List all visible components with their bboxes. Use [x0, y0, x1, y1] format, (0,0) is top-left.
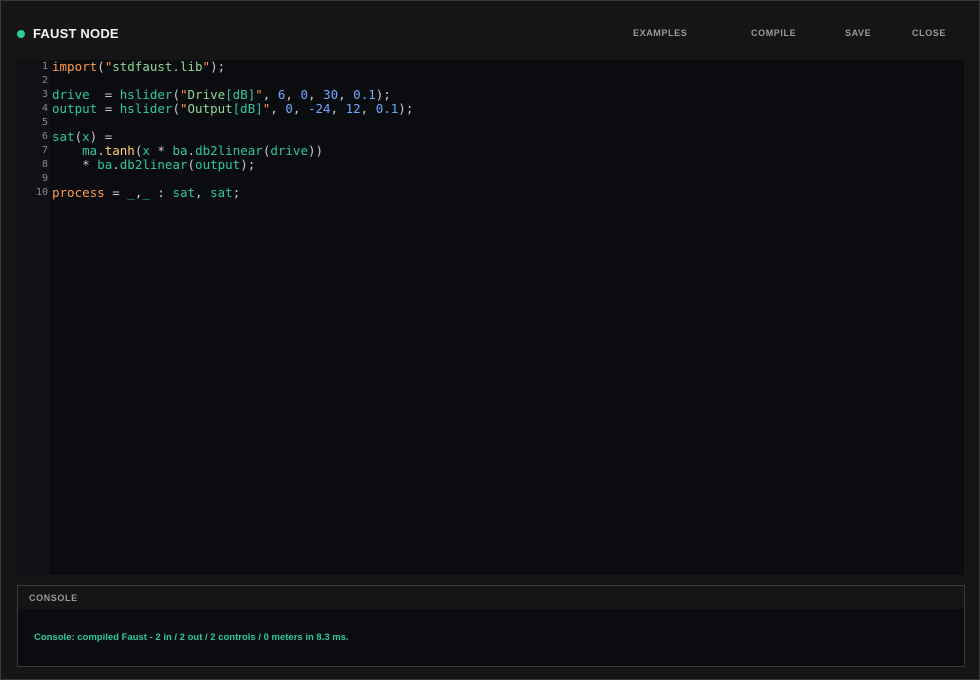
code-area[interactable]: import("stdfaust.lib"); drive = hslider(… [52, 60, 962, 575]
line-number: 2 [41, 75, 48, 86]
line-number: 10 [35, 187, 48, 198]
window-title: FAUST NODE [33, 26, 119, 41]
line-number: 3 [41, 89, 48, 100]
faust-node-window: FAUST NODE EXAMPLES COMPILE SAVE CLOSE 1… [0, 0, 980, 680]
code-line[interactable]: drive = hslider("Drive[dB]", 6, 0, 30, 0… [52, 88, 391, 102]
line-number: 9 [41, 173, 48, 184]
line-number: 8 [41, 159, 48, 170]
console-panel: CONSOLE Console: compiled Faust - 2 in /… [17, 585, 965, 667]
examples-button[interactable]: EXAMPLES [633, 28, 687, 38]
close-button[interactable]: CLOSE [912, 28, 946, 38]
line-number: 4 [41, 103, 48, 114]
line-number-gutter: 1 2 3 4 5 6 7 8 9 10 [17, 60, 50, 575]
code-line[interactable]: * ba.db2linear(output); [52, 158, 255, 172]
code-line[interactable]: import("stdfaust.lib"); [52, 60, 225, 74]
line-number: 6 [41, 131, 48, 142]
code-editor[interactable]: 1 2 3 4 5 6 7 8 9 10 import("stdfaust.li… [17, 60, 964, 575]
line-number: 7 [41, 145, 48, 156]
line-number: 1 [41, 61, 48, 72]
code-line[interactable]: sat(x) = [52, 130, 112, 144]
console-title: CONSOLE [29, 593, 78, 603]
save-button[interactable]: SAVE [845, 28, 871, 38]
compile-button[interactable]: COMPILE [751, 28, 796, 38]
header-bar: FAUST NODE EXAMPLES COMPILE SAVE CLOSE [1, 1, 979, 61]
code-line[interactable]: output = hslider("Output[dB]", 0, -24, 1… [52, 102, 413, 116]
code-line[interactable]: ma.tanh(x * ba.db2linear(drive)) [52, 144, 323, 158]
console-header: CONSOLE [18, 586, 964, 609]
console-message: Console: compiled Faust - 2 in / 2 out /… [34, 632, 349, 643]
line-number: 5 [41, 117, 48, 128]
status-dot-icon [17, 30, 25, 38]
code-line[interactable]: process = _,_ : sat, sat; [52, 186, 240, 200]
